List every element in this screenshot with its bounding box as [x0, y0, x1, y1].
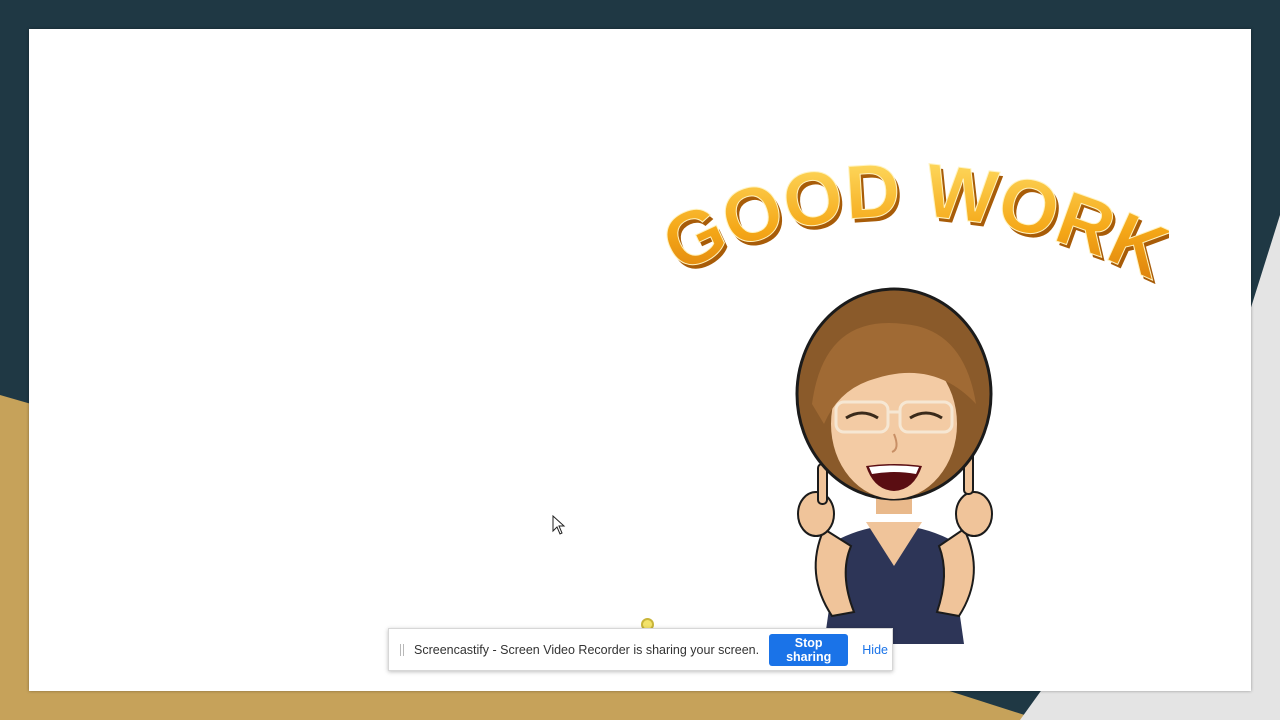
bitmoji-avatar [795, 287, 993, 644]
screen-share-notification: Screencastify - Screen Video Recorder is… [388, 628, 893, 671]
good-work-sticker: GOOD WORK GOOD WORK [650, 147, 1169, 284]
drag-handle-icon[interactable] [400, 643, 404, 656]
sticker-text: GOOD WORK [650, 147, 1169, 284]
stop-sharing-button[interactable]: Stop sharing [769, 633, 849, 666]
svg-text:GOOD WORK: GOOD WORK [650, 148, 1169, 284]
mouse-cursor-icon [552, 515, 566, 535]
share-message: Screencastify - Screen Video Recorder is… [414, 642, 760, 657]
presentation-slide: GOOD WORK GOOD WORK [29, 29, 1251, 691]
hide-button[interactable]: Hide [858, 643, 892, 657]
